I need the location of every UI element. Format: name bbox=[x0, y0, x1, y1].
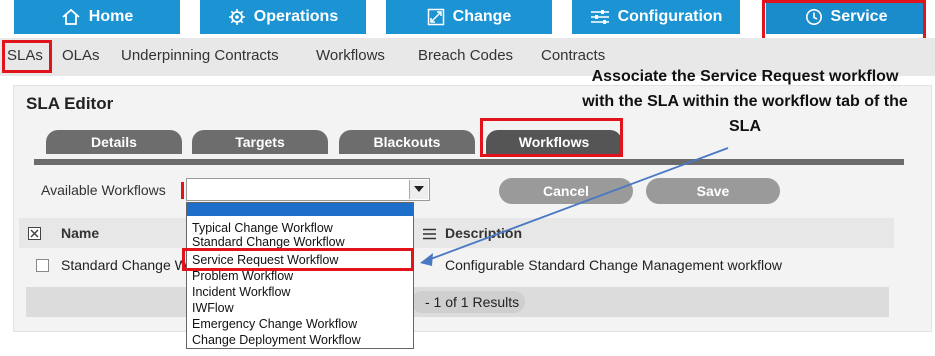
annotation-arrow bbox=[420, 147, 729, 266]
